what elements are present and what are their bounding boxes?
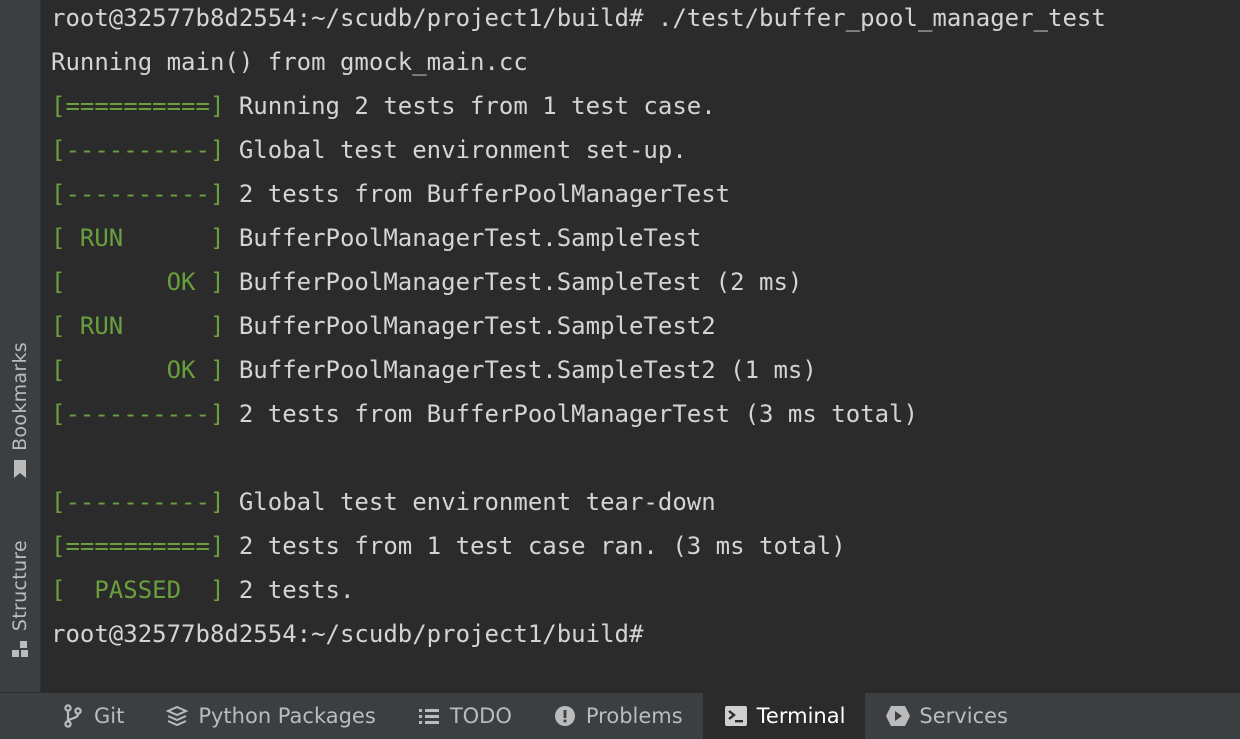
bookmark-icon [12,459,28,483]
side-tab-bookmarks[interactable]: Bookmarks [0,342,40,483]
terminal-line-text: 2 tests from BufferPoolManagerTest (3 ms… [224,400,918,428]
terminal-line-text: BufferPoolManagerTest.SampleTest [224,224,702,252]
tab-git[interactable]: Git [40,693,144,739]
terminal-lines: root@32577b8d2554:~/scudb/project1/build… [51,0,1106,660]
terminal-line: root@32577b8d2554:~/scudb/project1/build… [51,0,1106,44]
terminal-line: root@32577b8d2554:~/scudb/project1/build… [51,616,1106,660]
test-status-tag: [ RUN ] [51,224,225,252]
terminal-line-text: root@32577b8d2554:~/scudb/project1/build… [51,620,644,648]
tab-python-packages[interactable]: Python Packages [144,693,395,739]
terminal-line: [ RUN ] BufferPoolManagerTest.SampleTest [51,220,1106,264]
tab-label: Python Packages [198,704,376,728]
terminal-line: [==========] Running 2 tests from 1 test… [51,88,1106,132]
terminal-line: [----------] Global test environment set… [51,132,1106,176]
terminal-line-text: BufferPoolManagerTest.SampleTest2 [224,312,716,340]
structure-icon [10,639,30,663]
test-status-tag: [----------] [51,400,225,428]
terminal-line: [==========] 2 tests from 1 test case ra… [51,528,1106,572]
tab-label: Problems [585,704,683,728]
services-icon [885,703,911,729]
terminal-line-text: Global test environment tear-down [224,488,716,516]
tab-label: Terminal [756,704,846,728]
tab-label: TODO [449,704,512,728]
side-tab-label: Structure [9,540,31,632]
test-status-tag: [ PASSED ] [51,576,225,604]
left-tool-strip: Bookmarks Structure [0,0,41,692]
git-branch-icon [60,703,86,729]
test-status-tag: [ OK ] [51,356,225,384]
tab-problems[interactable]: Problems [532,693,703,739]
tab-terminal[interactable]: Terminal [702,693,866,739]
side-tab-label: Bookmarks [9,342,31,451]
side-tab-structure[interactable]: Structure [0,540,40,663]
tab-label: Git [94,704,125,728]
test-status-tag: [ RUN ] [51,312,225,340]
terminal-line: [ OK ] BufferPoolManagerTest.SampleTest2… [51,352,1106,396]
terminal-line: [ RUN ] BufferPoolManagerTest.SampleTest… [51,308,1106,352]
tab-services[interactable]: Services [865,693,1028,739]
terminal-line-text: BufferPoolManagerTest.SampleTest2 (1 ms) [224,356,817,384]
terminal-line: Running main() from gmock_main.cc [51,44,1106,88]
test-status-tag: [ OK ] [51,268,225,296]
terminal-line-text: 2 tests. [224,576,355,604]
todo-list-icon [416,703,442,729]
terminal-line: [ OK ] BufferPoolManagerTest.SampleTest … [51,264,1106,308]
terminal-line-text: Running 2 tests from 1 test case. [224,92,716,120]
terminal-line: [----------] 2 tests from BufferPoolMana… [51,396,1106,440]
terminal-icon [723,703,749,729]
tab-todo[interactable]: TODO [396,693,532,739]
test-status-tag: [----------] [51,136,225,164]
python-packages-icon [164,703,190,729]
terminal-line: [ PASSED ] 2 tests. [51,572,1106,616]
terminal-line-text: BufferPoolManagerTest.SampleTest (2 ms) [224,268,803,296]
test-status-tag: [----------] [51,180,225,208]
terminal-line: [----------] Global test environment tea… [51,484,1106,528]
terminal-line-text: root@32577b8d2554:~/scudb/project1/build… [51,4,1106,32]
terminal-line-text: 2 tests from BufferPoolManagerTest [224,180,731,208]
terminal-line-text: Global test environment set-up. [224,136,687,164]
bottom-tool-bar: Git Python Packages TODO Problems Termin… [0,692,1240,739]
terminal-output[interactable]: root@32577b8d2554:~/scudb/project1/build… [41,0,1240,692]
test-status-tag: [==========] [51,92,225,120]
terminal-line-text: 2 tests from 1 test case ran. (3 ms tota… [224,532,846,560]
terminal-line: [----------] 2 tests from BufferPoolMana… [51,176,1106,220]
problems-icon [552,703,578,729]
tab-label: Services [919,704,1008,728]
terminal-line-text: Running main() from gmock_main.cc [51,48,528,76]
test-status-tag: [----------] [51,488,225,516]
test-status-tag: [==========] [51,532,225,560]
